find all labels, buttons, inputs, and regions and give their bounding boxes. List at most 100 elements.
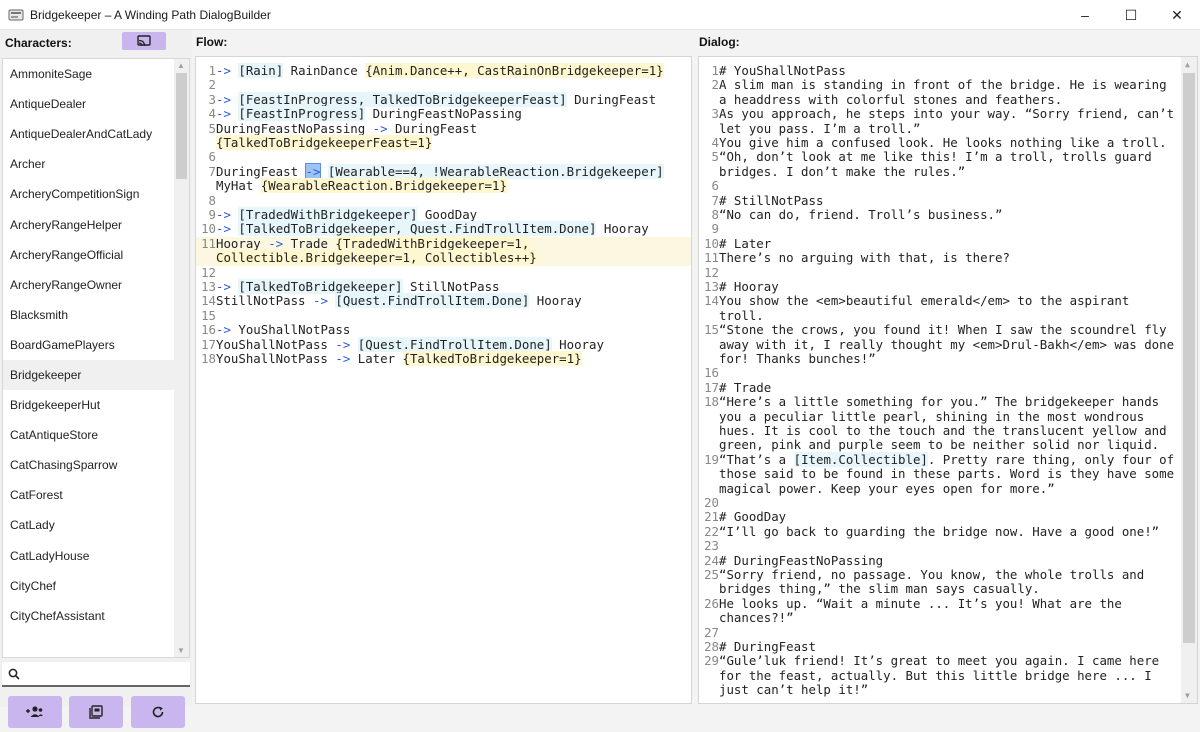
line-code: “Oh, don’t look at me like this! I’m a t…: [719, 149, 1152, 164]
dialog-line: troll.: [699, 307, 1197, 323]
line-number: 22: [704, 523, 719, 539]
character-list-scrollbar[interactable]: ▲ ▼: [174, 59, 189, 657]
dialog-label: Dialog:: [699, 35, 740, 49]
dialog-line: 7# StillNotPass: [699, 193, 1197, 208]
flow-line: 17YouShallNotPass -> [Quest.FindTrollIte…: [196, 336, 691, 352]
line-number: 14: [201, 293, 216, 309]
save-button[interactable]: [69, 696, 123, 728]
text-token: There’s no arguing with that, is there?: [719, 250, 1010, 266]
cond-token: [Quest.FindTrollItem.Done]: [357, 336, 552, 352]
character-list-item[interactable]: Bridgekeeper: [3, 359, 175, 391]
scroll-thumb[interactable]: [176, 73, 187, 179]
character-list-item[interactable]: ArcheryCompetitionSign: [3, 179, 175, 209]
line-number: 27: [704, 624, 719, 640]
filter-button[interactable]: [122, 32, 166, 50]
character-list-item[interactable]: ArcheryRangeOfficial: [3, 240, 175, 270]
dialog-editor[interactable]: ▲ ▼ 1# YouShallNotPass 2A slim man is sta…: [698, 56, 1198, 704]
character-list-item[interactable]: Archer: [3, 149, 175, 179]
text-token: troll.: [719, 307, 764, 323]
character-list-item[interactable]: ArcheryRangeOwner: [3, 270, 175, 300]
act-token: {TalkedToBridgekeeper=1}: [402, 351, 582, 366]
act-token: {WearableReaction.Bridgekeeper=1}: [260, 178, 507, 194]
refresh-button[interactable]: [131, 696, 185, 728]
cond-token: [FeastInProgress, TalkedToBridgekeeperFe…: [238, 91, 567, 107]
text-token: “Sorry friend, no passage. You know, the…: [719, 567, 1145, 582]
dialog-line: those said to be found in these parts. W…: [699, 466, 1197, 481]
character-list-item[interactable]: CatLadyHouse: [3, 541, 175, 571]
line-code: There’s no arguing with that, is there?: [719, 250, 1010, 265]
line-code: # DuringFeastNoPassing: [719, 553, 883, 568]
flow-line: 10-> [TalkedToBridgekeeper, Quest.FindTr…: [196, 221, 691, 237]
line-number: 21: [704, 509, 719, 525]
line-code: You show the <em>beautiful emerald</em> …: [719, 293, 1129, 308]
text-token: YouShallNotPass: [238, 322, 351, 338]
scroll-up-icon[interactable]: ▲: [177, 61, 185, 70]
arrow-token: ->: [216, 221, 239, 237]
minimize-button[interactable]: –: [1062, 0, 1108, 30]
character-list-item[interactable]: AntiqueDealer: [3, 89, 175, 119]
text-token: magical power. Keep your eyes open for m…: [719, 480, 1055, 496]
dialog-line: let you pass. I’m a troll.”: [699, 120, 1197, 136]
text-token: for! Thanks bunches!”: [719, 351, 876, 366]
dialog-line: 15“Stone the crows, you found it! When I…: [699, 322, 1197, 338]
search-icon: [8, 668, 20, 680]
line-code: Collectible.Bridgekeeper=1, Collectibles…: [216, 250, 537, 266]
character-list-item[interactable]: ArcheryRangeHelper: [3, 209, 175, 239]
flow-editor[interactable]: 1-> [Rain] RainDance {Anim.Dance++, Cast…: [195, 56, 692, 704]
text-token: just can’t help it!”: [719, 682, 869, 698]
search-box[interactable]: [2, 662, 190, 687]
line-number: 17: [201, 336, 216, 352]
dialog-line: 22“I’ll go back to guarding the bridge n…: [699, 523, 1197, 539]
text-token: “Stone the crows, you found it! When I s…: [719, 322, 1167, 338]
dialog-line: 16: [699, 365, 1197, 381]
close-button[interactable]: ✕: [1154, 0, 1200, 30]
character-list-item[interactable]: AntiqueDealerAndCatLady: [3, 119, 175, 149]
dialog-line: 14You show the <em>beautiful emerald</em…: [699, 293, 1197, 308]
scroll-down-icon[interactable]: ▼: [177, 646, 185, 655]
character-list-item[interactable]: CatLady: [3, 510, 175, 540]
cond-token: [Item.Collectible]: [793, 451, 928, 467]
line-code: Hooray -> Trade {TradedWithBridgekeeper=…: [216, 235, 530, 251]
add-character-button[interactable]: [8, 696, 62, 728]
dialog-line: 25“Sorry friend, no passage. You know, t…: [699, 567, 1197, 582]
text-token: you a peculiar little pearl, shining in …: [719, 408, 1145, 424]
text-token: You give him a confused look. He looks n…: [719, 135, 1167, 150]
flow-label: Flow:: [196, 35, 228, 49]
character-list-item[interactable]: CityChefAssistant: [3, 601, 175, 631]
character-list-item[interactable]: CatAntiqueStore: [3, 420, 175, 450]
line-code: a headdress with colorful stones and fea…: [719, 92, 1062, 107]
character-list-item[interactable]: Blacksmith: [3, 300, 175, 330]
dialog-line: you a peculiar little pearl, shining in …: [699, 408, 1197, 424]
character-list-item[interactable]: CatForest: [3, 480, 175, 510]
line-number: 13: [704, 279, 719, 294]
line-code: green, pink and purple seem to be neithe…: [719, 437, 1159, 452]
character-list-item[interactable]: BoardGamePlayers: [3, 330, 175, 360]
text-token: let you pass. I’m a troll.”: [719, 120, 921, 136]
dialog-line: green, pink and purple seem to be neithe…: [699, 438, 1197, 452]
line-number: 16: [201, 322, 216, 338]
line-code: YouShallNotPass -> [Quest.FindTrollItem.…: [216, 336, 604, 352]
search-input[interactable]: [24, 666, 184, 681]
flow-line: 1-> [Rain] RainDance {Anim.Dance++, Cast…: [196, 63, 691, 78]
line-code: “I’ll go back to guarding the bridge now…: [719, 524, 1159, 539]
line-code: He looks up. “Wait a minute ... It’s you…: [719, 596, 1122, 611]
maximize-button[interactable]: ☐: [1108, 0, 1154, 30]
arrow-token: ->: [312, 293, 328, 309]
character-list-item[interactable]: BridgekeeperHut: [3, 390, 175, 420]
text-token: Hooray: [529, 293, 582, 309]
dialog-line: 21# GoodDay: [699, 509, 1197, 525]
line-number: 19: [704, 451, 719, 467]
dialog-line: 13# Hooray: [699, 279, 1197, 294]
app-icon: [8, 9, 24, 20]
line-number: 16: [704, 365, 719, 381]
character-list-item[interactable]: CatChasingSparrow: [3, 450, 175, 480]
character-list-item[interactable]: AmmoniteSage: [3, 59, 175, 89]
line-code: DuringFeastNoPassing -> DuringFeast: [216, 121, 477, 136]
act-token: {TalkedToBridgekeeperFeast=1}: [216, 135, 433, 150]
dialog-line: 10# Later: [699, 236, 1197, 251]
text-token: “No can do, friend. Troll’s business.”: [719, 207, 1003, 222]
character-list[interactable]: AmmoniteSage AntiqueDealer AntiqueDealerAn…: [2, 58, 190, 658]
character-list-item[interactable]: CityChef: [3, 571, 175, 601]
text-token: hues. It is cool to the touch and the tr…: [719, 423, 1167, 438]
line-code: chances?!”: [719, 610, 794, 625]
